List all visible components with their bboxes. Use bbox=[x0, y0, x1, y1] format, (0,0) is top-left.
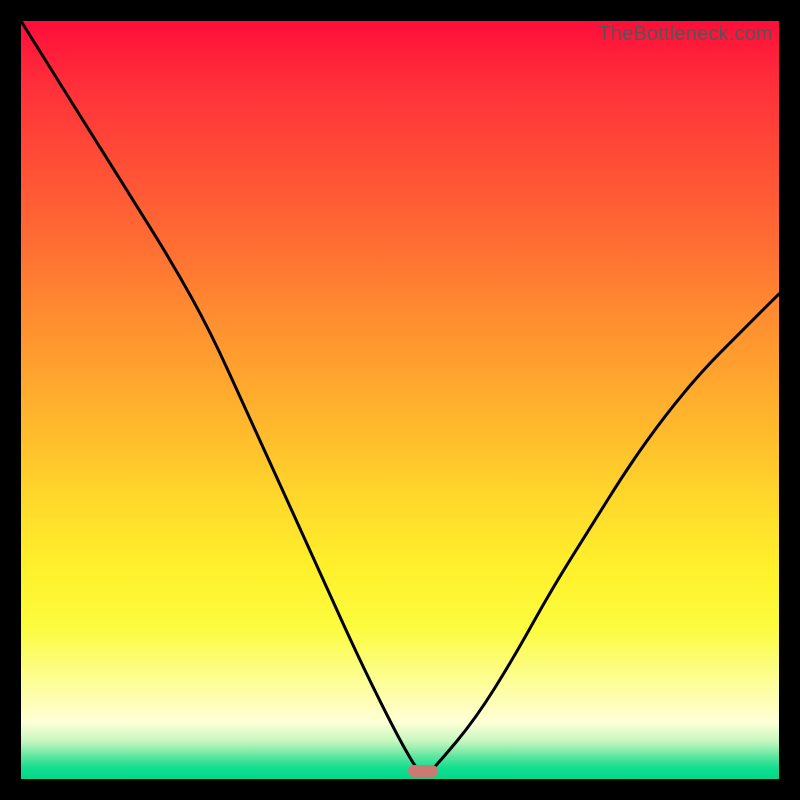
trough-marker bbox=[408, 765, 438, 777]
curve-path bbox=[21, 21, 779, 774]
chart-frame: TheBottleneck.com bbox=[0, 0, 800, 800]
bottleneck-curve bbox=[21, 21, 779, 779]
plot-area: TheBottleneck.com bbox=[21, 21, 779, 779]
